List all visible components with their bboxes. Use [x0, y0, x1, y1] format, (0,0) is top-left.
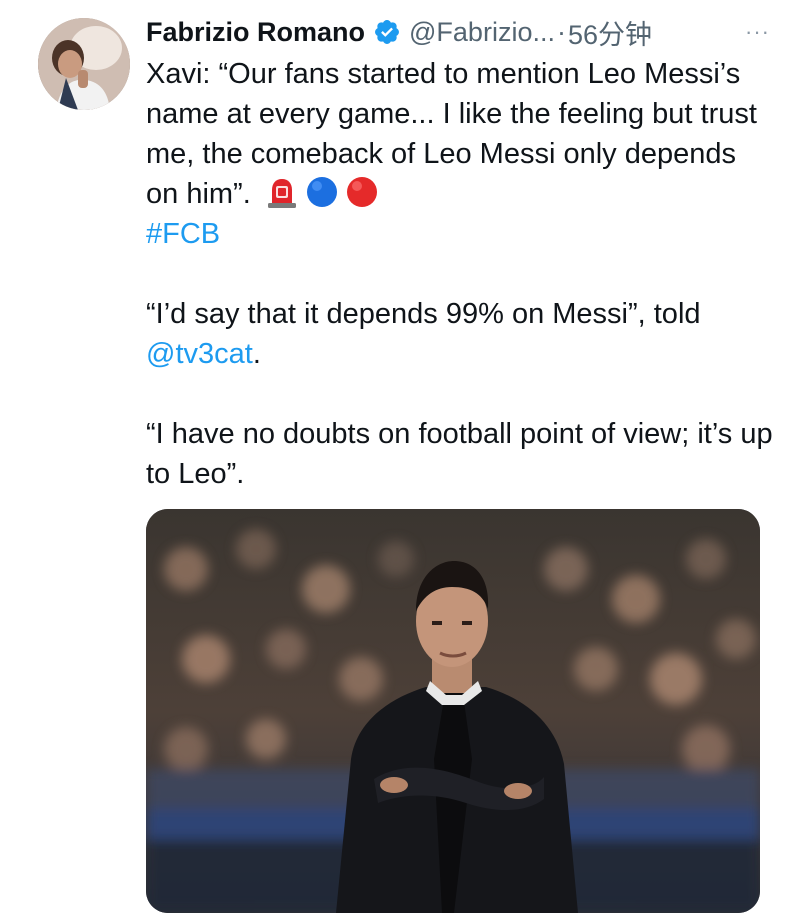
red-circle-icon [345, 175, 379, 209]
more-options-icon[interactable]: ··· [745, 19, 776, 45]
author-handle[interactable]: @Fabrizio... [409, 17, 555, 48]
tweet-card[interactable]: Fabrizio Romano @Fabrizio... · 56分钟 ··· … [0, 0, 800, 920]
tweet-paragraph: “I’d say that it depends 99% on Messi”, … [146, 294, 776, 374]
avatar-person-icon [38, 18, 130, 110]
tweet-paragraph: Xavi: “Our fans started to mention Leo M… [146, 54, 776, 254]
verified-badge-icon [373, 18, 401, 46]
hashtag-link[interactable]: #FCB [146, 218, 220, 250]
tweet-header: Fabrizio Romano @Fabrizio... · 56分钟 ··· [146, 12, 776, 52]
tweet-timestamp[interactable]: 56分钟 [568, 13, 652, 52]
tweet-paragraph: “I have no doubts on football point of v… [146, 414, 776, 494]
rotating-light-icon [265, 175, 299, 209]
tweet-media-photo[interactable] [146, 509, 760, 913]
author-name[interactable]: Fabrizio Romano [146, 17, 365, 48]
blue-circle-icon [305, 175, 339, 209]
mention-link[interactable]: @tv3cat [146, 338, 253, 370]
author-avatar[interactable] [38, 18, 130, 110]
tweet-text: “I’d say that it depends 99% on Messi”, … [146, 298, 701, 330]
tweet-text: . [252, 338, 261, 370]
tweet-text: “I have no doubts on football point of v… [146, 418, 773, 490]
tweet-body: Xavi: “Our fans started to mention Leo M… [146, 54, 776, 494]
tweet-text: Xavi: “Our fans started to mention Leo M… [146, 58, 757, 210]
photo-of-coach-icon [146, 509, 760, 913]
header-separator: · [556, 16, 566, 47]
